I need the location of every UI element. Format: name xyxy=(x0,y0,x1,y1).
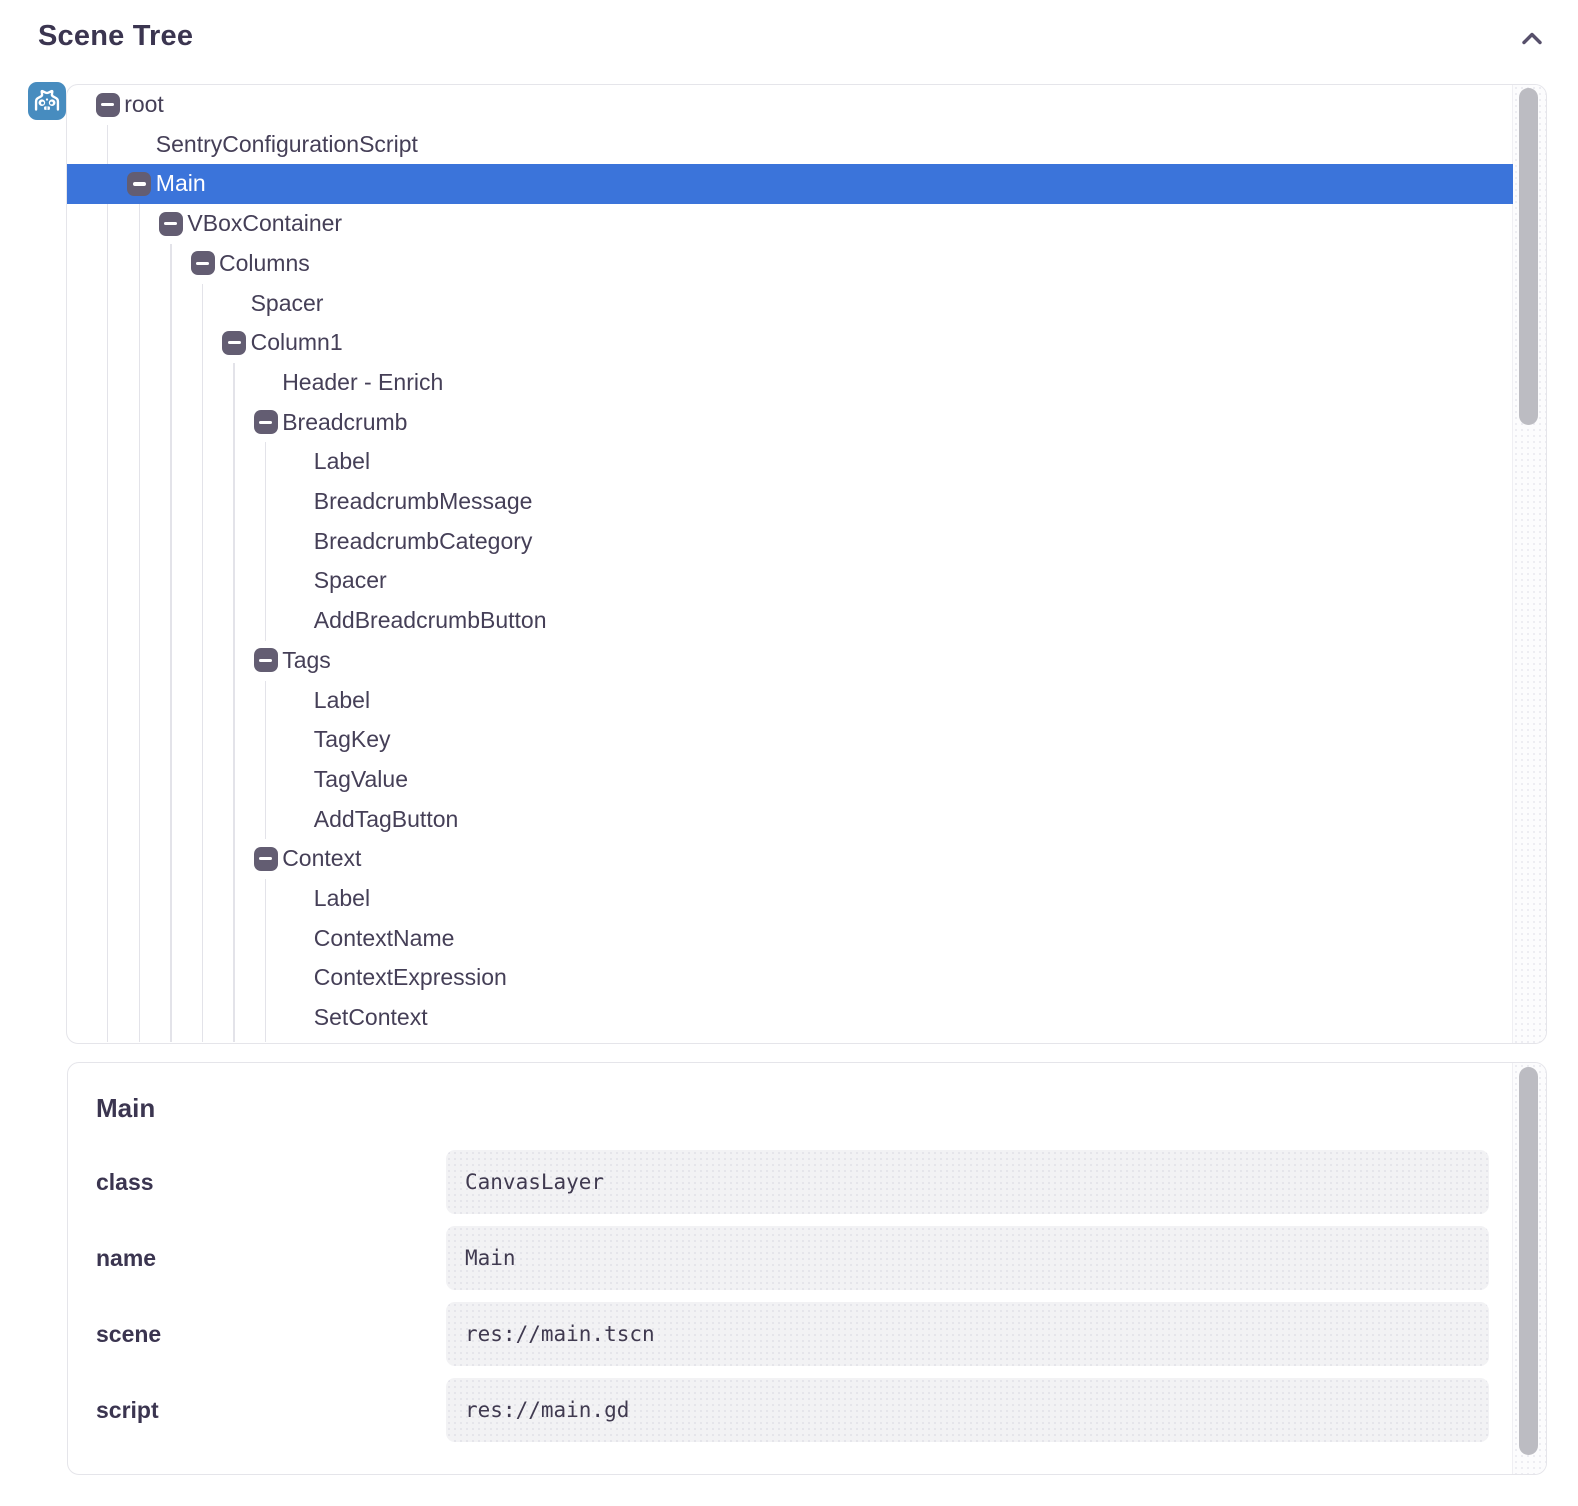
tree-node-tagvalue[interactable]: TagValue xyxy=(67,760,1513,800)
details-title: Main xyxy=(96,1093,1489,1124)
tree-node-label: Spacer xyxy=(251,284,324,324)
field-row-scene: sceneres://main.tscn xyxy=(96,1302,1489,1366)
details-field-list: classCanvasLayernameMainsceneres://main.… xyxy=(96,1150,1489,1442)
tree-node-label: AddTagButton xyxy=(314,800,459,840)
tree-node-label: SentryConfigurationScript xyxy=(156,125,418,165)
node-details-panel: Main classCanvasLayernameMainsceneres://… xyxy=(67,1062,1547,1475)
field-row-class: classCanvasLayer xyxy=(96,1150,1489,1214)
tree-node-main[interactable]: Main xyxy=(67,164,1513,204)
tree-node-tagkey[interactable]: TagKey xyxy=(67,720,1513,760)
tree-node-label: VBoxContainer xyxy=(187,204,342,244)
tree-node-addbreadcrumbbutton[interactable]: AddBreadcrumbButton xyxy=(67,601,1513,641)
field-label: name xyxy=(96,1226,446,1290)
collapse-minus-icon[interactable] xyxy=(96,93,120,117)
collapse-minus-icon[interactable] xyxy=(127,172,151,196)
tree-node-label[interactable]: Label xyxy=(67,879,1513,919)
tree-node-label: Column1 xyxy=(251,323,343,363)
tree-node-label: Context xyxy=(282,839,361,879)
tree-node-label: ContextName xyxy=(314,919,455,959)
tree-node-label: BreadcrumbCategory xyxy=(314,522,533,562)
tree-node-label[interactable]: Label xyxy=(67,681,1513,721)
field-label: class xyxy=(96,1150,446,1214)
field-value: CanvasLayer xyxy=(446,1150,1489,1214)
tree-node-label: Tags xyxy=(282,641,331,681)
details-scrollbar-thumb[interactable] xyxy=(1519,1067,1538,1455)
tree-node-label[interactable]: Label xyxy=(67,442,1513,482)
godot-engine-icon xyxy=(28,82,66,120)
tree-node-label: SetContext xyxy=(314,998,428,1038)
tree-node-sentryconfigurationscript[interactable]: SentryConfigurationScript xyxy=(67,125,1513,165)
collapse-minus-icon[interactable] xyxy=(254,410,278,434)
scene-tree-list: rootSentryConfigurationScriptMainVBoxCon… xyxy=(67,85,1513,1043)
tree-node-label: root xyxy=(124,85,164,125)
tree-node-label: ContextExpression xyxy=(314,958,507,998)
tree-node-label: Breadcrumb xyxy=(282,403,407,443)
tree-node-column1[interactable]: Column1 xyxy=(67,323,1513,363)
tree-node-breadcrumbmessage[interactable]: BreadcrumbMessage xyxy=(67,482,1513,522)
collapse-minus-icon[interactable] xyxy=(159,212,183,236)
tree-node-label: TagKey xyxy=(314,720,391,760)
tree-node-label: Label xyxy=(314,681,370,721)
tree-node-label: Header - Enrich xyxy=(282,363,443,403)
tree-node-breadcrumb[interactable]: Breadcrumb xyxy=(67,403,1513,443)
tree-node-label: TagValue xyxy=(314,760,408,800)
collapse-panel-button[interactable] xyxy=(1516,24,1548,56)
tree-node-label: Main xyxy=(156,164,206,204)
tree-node-label: AddBreadcrumbButton xyxy=(314,601,547,641)
tree-scrollbar-thumb[interactable] xyxy=(1519,88,1538,425)
tree-node-tags[interactable]: Tags xyxy=(67,641,1513,681)
tree-node-columns[interactable]: Columns xyxy=(67,244,1513,284)
tree-scrollbar-track[interactable] xyxy=(1512,85,1546,1043)
field-value: res://main.tscn xyxy=(446,1302,1489,1366)
tree-node-label: Spacer xyxy=(314,561,387,601)
collapse-minus-icon[interactable] xyxy=(254,648,278,672)
tree-node-label: Columns xyxy=(219,244,310,284)
field-value: Main xyxy=(446,1226,1489,1290)
tree-node-label: Label xyxy=(314,879,370,919)
tree-node-breadcrumbcategory[interactable]: BreadcrumbCategory xyxy=(67,522,1513,562)
tree-node-spacer[interactable]: Spacer xyxy=(67,284,1513,324)
collapse-minus-icon[interactable] xyxy=(222,331,246,355)
tree-node-contextname[interactable]: ContextName xyxy=(67,919,1513,959)
collapse-minus-icon[interactable] xyxy=(191,251,215,275)
tree-node-spacer[interactable]: Spacer xyxy=(67,561,1513,601)
tree-node-root[interactable]: root xyxy=(67,85,1513,125)
field-row-script: scriptres://main.gd xyxy=(96,1378,1489,1442)
collapse-minus-icon[interactable] xyxy=(254,847,278,871)
details-scrollbar-track[interactable] xyxy=(1512,1063,1546,1474)
tree-node-label: Label xyxy=(314,442,370,482)
field-value: res://main.gd xyxy=(446,1378,1489,1442)
field-label: scene xyxy=(96,1302,446,1366)
field-label: script xyxy=(96,1378,446,1442)
tree-node-contextexpression[interactable]: ContextExpression xyxy=(67,958,1513,998)
tree-node-label: BreadcrumbMessage xyxy=(314,482,533,522)
tree-node-setcontext[interactable]: SetContext xyxy=(67,998,1513,1038)
chevron-up-icon xyxy=(1517,42,1547,57)
tree-node-header-enrich[interactable]: Header - Enrich xyxy=(67,363,1513,403)
page-title: Scene Tree xyxy=(38,20,193,53)
tree-node-context[interactable]: Context xyxy=(67,839,1513,879)
tree-node-vboxcontainer[interactable]: VBoxContainer xyxy=(67,204,1513,244)
scene-tree-panel: rootSentryConfigurationScriptMainVBoxCon… xyxy=(66,84,1547,1044)
tree-node-addtagbutton[interactable]: AddTagButton xyxy=(67,800,1513,840)
field-row-name: nameMain xyxy=(96,1226,1489,1290)
